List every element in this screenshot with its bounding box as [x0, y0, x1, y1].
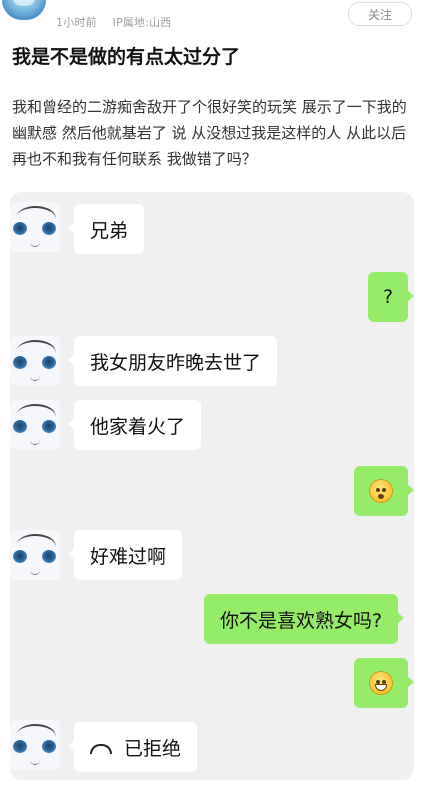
message-text: ? — [382, 286, 394, 308]
message-bubble-right: 你不是喜欢熟女吗? — [204, 594, 405, 644]
message-bubble-left: 我女朋友昨晚去世了 — [67, 336, 278, 386]
chat-screenshot: 兄弟 ? 我女朋友昨晚去世了 他家着火了 好难过啊 你不是喜欢熟女吗? 已拒绝 — [10, 192, 414, 780]
message-bubble-right — [354, 658, 414, 708]
message-text: 他家着火了 — [90, 415, 186, 438]
grinning-face-icon — [369, 671, 393, 695]
follow-button[interactable]: 关注 — [348, 2, 412, 26]
message-text: 你不是喜欢熟女吗? — [220, 609, 383, 632]
message-bubble-left: 兄弟 — [67, 204, 145, 254]
friend-avatar — [10, 336, 60, 386]
message-text: 我女朋友昨晚去世了 — [90, 351, 262, 374]
friend-avatar — [10, 530, 60, 580]
friend-avatar — [10, 400, 60, 450]
friend-avatar — [10, 202, 60, 252]
message-bubble-right: ? — [368, 272, 414, 322]
message-bubble-left: 他家着火了 — [67, 400, 202, 450]
message-text: 兄弟 — [90, 219, 129, 242]
message-bubble-right — [354, 466, 414, 516]
post-body: 我和曾经的二游痴舍敌开了个很好笑的玩笑 展示了一下我的幽默感 然后他就基岩了 说… — [12, 98, 407, 168]
call-status-text: 已拒绝 — [124, 737, 182, 760]
post-time: 1小时前 — [56, 16, 97, 29]
dizzy-face-icon — [369, 479, 393, 503]
friend-avatar — [10, 720, 60, 770]
hang-up-phone-icon — [90, 744, 112, 754]
author-avatar[interactable] — [2, 0, 46, 20]
post-ip-location: IP属地:山西 — [112, 16, 172, 29]
message-bubble-left: 好难过啊 — [67, 530, 183, 580]
message-text: 好难过啊 — [90, 545, 167, 568]
call-declined-bubble: 已拒绝 — [67, 722, 198, 772]
post-meta: 1小时前 IP属地:山西 — [56, 14, 172, 30]
post-title: 我是不是做的有点太过分了 — [12, 46, 241, 68]
